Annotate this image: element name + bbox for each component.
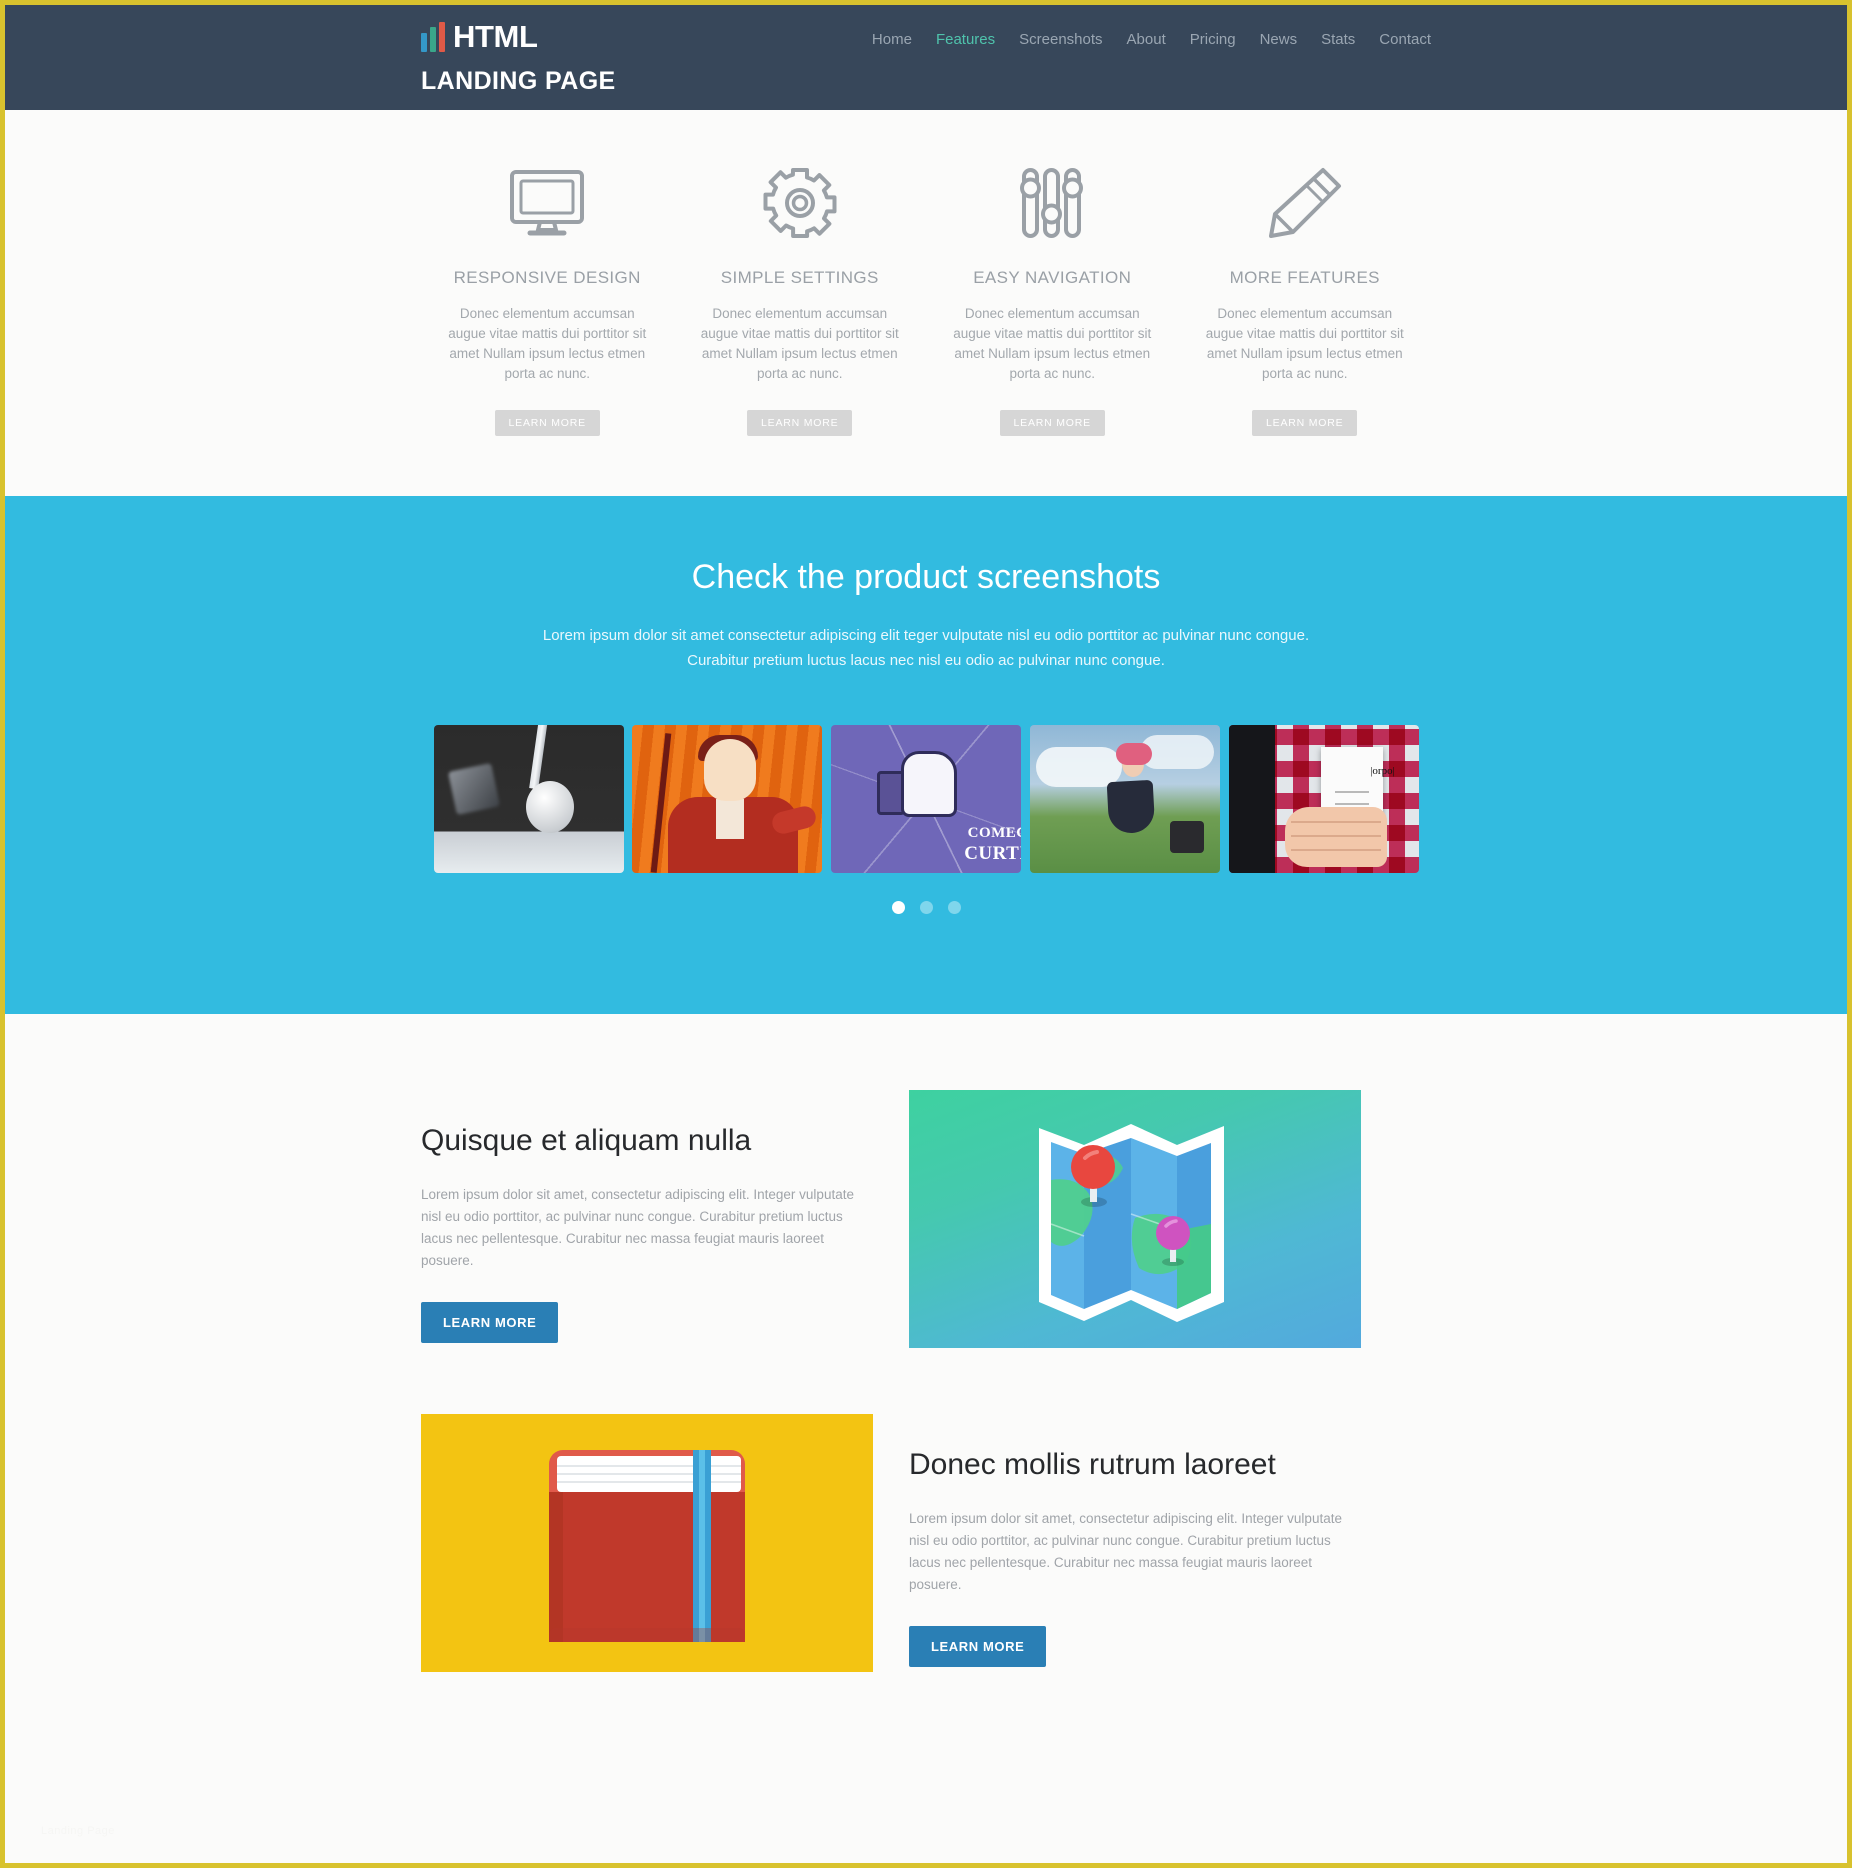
screenshot-thumb-facebook-like[interactable]: COMECE 2013 CURTINDO! xyxy=(831,725,1021,873)
carousel-dot-1[interactable] xyxy=(891,901,905,914)
content-paragraph: Lorem ipsum dolor sit amet, consectetur … xyxy=(421,1187,854,1268)
content-media-column xyxy=(909,1090,1361,1348)
carousel-dot-2[interactable] xyxy=(919,901,933,914)
screenshots-subtitle-line1: Lorem ipsum dolor sit amet consectetur a… xyxy=(542,627,1310,644)
feature-card-simple-settings: SIMPLE SETTINGS Donec elementum accumsan… xyxy=(674,160,927,436)
screenshot-thumb-woman-in-field[interactable] xyxy=(1029,725,1220,873)
folded-map-illustration xyxy=(909,1090,1361,1348)
feature-text: Donec elementum accumsan augue vitae mat… xyxy=(448,306,647,381)
business-card-text: |orpo| xyxy=(1370,765,1395,777)
content-media-column xyxy=(421,1414,873,1672)
nav-item-home[interactable]: Home xyxy=(872,31,912,48)
nav-item-features[interactable]: Features xyxy=(936,31,995,48)
nav-item-about[interactable]: About xyxy=(1127,31,1166,48)
screenshots-subtitle-line2: Curabitur pretium luctus lacus nec nisl … xyxy=(687,652,1165,669)
screenshot-thumb-golf[interactable] xyxy=(433,725,624,873)
screenshots-carousel: COMECE 2013 CURTINDO! |orpo| xyxy=(433,725,1419,873)
brand-logo[interactable]: HTML xyxy=(421,19,538,54)
nav-item-stats[interactable]: Stats xyxy=(1321,31,1355,48)
screenshots-subtitle: Lorem ipsum dolor sit amet consectetur a… xyxy=(476,623,1376,673)
red-notebook-illustration xyxy=(421,1414,873,1672)
feature-title: SIMPLE SETTINGS xyxy=(720,268,879,287)
bar-chart-icon xyxy=(421,22,445,52)
page-title: LANDING PAGE xyxy=(421,67,616,95)
content-section: Quisque et aliquam nulla Lorem ipsum dol… xyxy=(5,1014,1847,1724)
footer-watermark: Landing Page xyxy=(41,1825,115,1837)
learn-more-button[interactable]: LEARN MORE xyxy=(421,1302,559,1343)
features-section: RESPONSIVE DESIGN Donec elementum accums… xyxy=(5,110,1847,496)
features-row: RESPONSIVE DESIGN Donec elementum accums… xyxy=(421,160,1431,436)
feature-text: Donec elementum accumsan augue vitae mat… xyxy=(700,306,899,381)
header-inner: HTML LANDING PAGE Home Features Screensh… xyxy=(421,5,1431,110)
learn-more-button[interactable]: LEARN MORE xyxy=(494,410,600,436)
content-text-column: Quisque et aliquam nulla Lorem ipsum dol… xyxy=(421,1090,873,1343)
feature-title: RESPONSIVE DESIGN xyxy=(453,268,641,287)
screenshot-thumb-pop-art-man[interactable] xyxy=(632,725,823,873)
learn-more-button[interactable]: LEARN MORE xyxy=(747,410,853,436)
learn-more-button[interactable]: LEARN MORE xyxy=(909,1626,1047,1667)
page-frame: HTML LANDING PAGE Home Features Screensh… xyxy=(0,0,1852,1868)
feature-title: MORE FEATURES xyxy=(1229,268,1380,287)
pencil-icon xyxy=(1191,160,1420,246)
thumb-caption-line1: COMECE 2013 xyxy=(967,825,1021,841)
carousel-dots xyxy=(5,901,1847,914)
nav-item-screenshots[interactable]: Screenshots xyxy=(1019,31,1102,48)
brand-name: HTML xyxy=(453,19,538,54)
feature-title: EASY NAVIGATION xyxy=(973,268,1132,287)
content-block-donec-mollis: Donec mollis rutrum laoreet Lorem ipsum … xyxy=(421,1414,1431,1724)
feature-text: Donec elementum accumsan augue vitae mat… xyxy=(1205,306,1404,381)
site-header: HTML LANDING PAGE Home Features Screensh… xyxy=(5,5,1847,110)
learn-more-button[interactable]: LEARN MORE xyxy=(999,410,1105,436)
nav-item-pricing[interactable]: Pricing xyxy=(1190,31,1236,48)
feature-card-more-features: MORE FEATURES Donec elementum accumsan a… xyxy=(1179,160,1432,436)
carousel-dot-3[interactable] xyxy=(947,901,961,914)
gear-icon xyxy=(686,160,915,246)
nav-item-news[interactable]: News xyxy=(1260,31,1298,48)
feature-text: Donec elementum accumsan augue vitae mat… xyxy=(953,306,1152,381)
content-block-quisque: Quisque et aliquam nulla Lorem ipsum dol… xyxy=(421,1090,1431,1348)
feature-card-responsive-design: RESPONSIVE DESIGN Donec elementum accums… xyxy=(421,160,674,436)
sliders-icon xyxy=(938,160,1167,246)
screenshots-section: Check the product screenshots Lorem ipsu… xyxy=(5,496,1847,1014)
content-text-column: Donec mollis rutrum laoreet Lorem ipsum … xyxy=(909,1414,1361,1667)
content-title: Quisque et aliquam nulla xyxy=(421,1124,752,1157)
main-nav: Home Features Screenshots About Pricing … xyxy=(872,31,1431,48)
learn-more-button[interactable]: LEARN MORE xyxy=(1252,410,1358,436)
monitor-icon xyxy=(433,160,662,246)
content-title: Donec mollis rutrum laoreet xyxy=(909,1448,1276,1481)
screenshot-thumb-business-card[interactable]: |orpo| xyxy=(1228,725,1419,873)
thumb-caption-line2: CURTINDO! xyxy=(964,843,1021,864)
content-paragraph: Lorem ipsum dolor sit amet, consectetur … xyxy=(909,1511,1342,1592)
screenshots-title: Check the product screenshots xyxy=(691,558,1161,596)
nav-item-contact[interactable]: Contact xyxy=(1379,31,1431,48)
feature-card-easy-navigation: EASY NAVIGATION Donec elementum accumsan… xyxy=(926,160,1179,436)
